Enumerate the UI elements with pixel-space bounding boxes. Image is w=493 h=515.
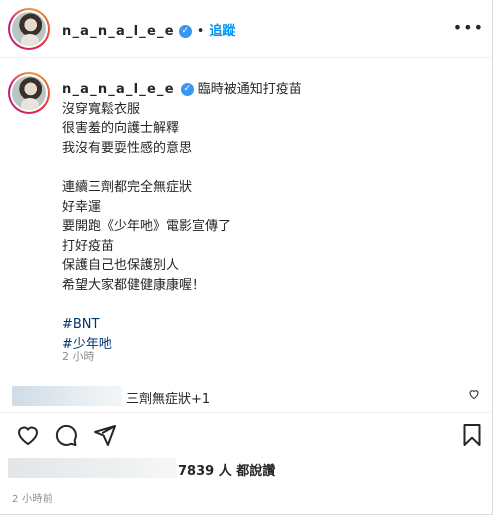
caption-line: 保護自己也保護別人 (62, 258, 180, 274)
caption-line: 希望大家都健健康康喔！ (62, 277, 206, 293)
likes-count[interactable]: 7839 人 都說讚 (178, 460, 275, 479)
caption-first-line: n_a_n_a_l_e_e ✓ 臨時被通知打疫苗 (62, 80, 472, 100)
avatar[interactable] (8, 8, 50, 50)
caption-line: 打好疫苗 (62, 238, 115, 254)
post-header: n_a_n_a_l_e_e ✓ • 追蹤 ••• (0, 0, 492, 58)
heart-icon[interactable] (16, 423, 40, 447)
verified-badge-icon: ✓ (178, 25, 192, 38)
caption-line (62, 296, 472, 316)
caption-line (62, 158, 472, 178)
caption: n_a_n_a_l_e_e ✓ 臨時被通知打疫苗 沒穿寬鬆衣服 很害羞的向護士解釋 … (62, 80, 472, 354)
more-options-icon[interactable]: ••• (453, 18, 484, 37)
header-user: n_a_n_a_l_e_e ✓ • 追蹤 (62, 20, 235, 39)
heart-outline-small-icon[interactable] (468, 388, 480, 403)
comment-text: 三劑無症狀+1 (126, 392, 211, 407)
caption-line: 好幸運 (62, 199, 102, 215)
bookmark-icon[interactable] (460, 423, 484, 447)
caption-line: 要開跑《少年吔》電影宣傳了 (62, 219, 232, 235)
action-bar (0, 412, 492, 456)
comment-icon[interactable] (54, 423, 78, 447)
hashtag-link[interactable]: #少年吔 (62, 335, 472, 355)
comment-row: 三劑無症狀+1 (0, 384, 492, 408)
hashtag-link[interactable]: #BNT (62, 315, 472, 335)
separator-dot: • (196, 24, 205, 39)
caption-line: 連續三劑都完全無症狀 (62, 179, 193, 195)
username-link[interactable]: n_a_n_a_l_e_e (62, 24, 175, 39)
caption-username-link[interactable]: n_a_n_a_l_e_e (62, 82, 175, 97)
caption-line: 很害羞的向護士解釋 (62, 121, 180, 137)
caption-line: 沒穿寬鬆衣服 (62, 101, 141, 117)
caption-avatar[interactable] (8, 72, 50, 114)
likes-row: 7839 人 都說讚 (0, 456, 492, 482)
blurred-likers (8, 458, 176, 478)
post-timestamp[interactable]: 2 小時前 (12, 490, 53, 505)
follow-button[interactable]: 追蹤 (209, 24, 235, 39)
caption-line: 我沒有要耍性感的意思 (62, 140, 193, 156)
verified-badge-icon: ✓ (180, 83, 194, 96)
caption-text: 臨時被通知打疫苗 (197, 82, 302, 97)
caption-timestamp[interactable]: 2 小時 (62, 348, 95, 364)
share-icon[interactable] (93, 423, 117, 447)
blurred-commenter (12, 386, 122, 406)
